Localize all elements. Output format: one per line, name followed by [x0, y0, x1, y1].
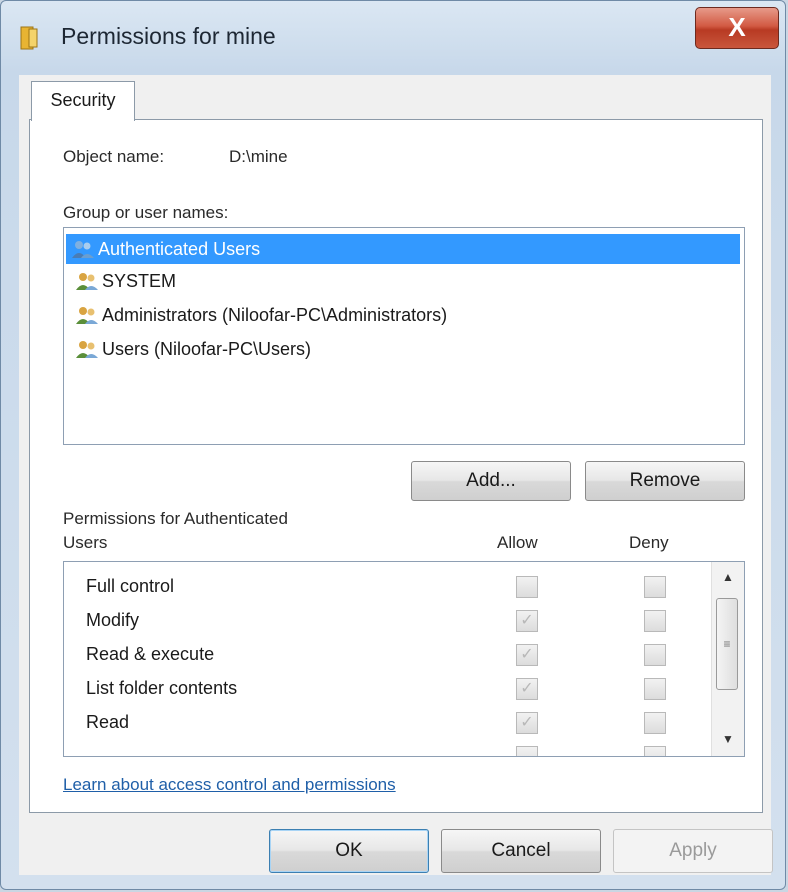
user-group-icon: [76, 341, 98, 358]
user-group-icon: [72, 241, 94, 258]
scroll-thumb[interactable]: ≡: [716, 598, 738, 690]
permission-row: Read & execute ✓: [64, 638, 712, 672]
allow-checkbox[interactable]: [516, 746, 538, 756]
permissions-label: Permissions for Authenticated: [63, 509, 288, 528]
deny-checkbox[interactable]: [644, 610, 666, 632]
permission-name: Read: [86, 712, 130, 732]
permissions-dialog: Permissions for mine X Security Object n…: [0, 0, 786, 890]
list-item-label: Authenticated Users: [98, 238, 261, 259]
close-button[interactable]: X: [695, 7, 779, 49]
permission-name: Modify: [86, 610, 140, 630]
tab-security[interactable]: Security: [31, 81, 135, 121]
deny-checkbox[interactable]: [644, 678, 666, 700]
permission-row: Full control: [64, 570, 712, 604]
permission-row: Modify ✓: [64, 604, 712, 638]
permission-row-partial: [64, 740, 712, 756]
allow-checkbox[interactable]: ✓: [516, 712, 538, 734]
list-item-label: Administrators (Niloofar-PC\Administrato…: [102, 304, 448, 325]
title-bar[interactable]: Permissions for mine X: [1, 1, 785, 67]
user-group-icon: [76, 273, 98, 290]
permission-name: Full control: [86, 576, 175, 596]
object-name-value: D:\mine: [229, 147, 288, 166]
object-name-label: Object name:: [63, 147, 165, 166]
window-title: Permissions for mine: [61, 23, 276, 49]
deny-checkbox[interactable]: [644, 576, 666, 598]
access-control-help-link[interactable]: Learn about access control and permissio…: [63, 775, 396, 795]
permission-name: Read & execute: [86, 644, 215, 664]
list-item-label: SYSTEM: [102, 270, 177, 291]
deny-checkbox[interactable]: [644, 746, 666, 756]
group-user-list[interactable]: Authenticated Users SYSTEM Administrator…: [63, 227, 745, 445]
list-item[interactable]: Authenticated Users: [66, 234, 740, 264]
allow-checkbox[interactable]: [516, 576, 538, 598]
permissions-label-user: Users: [63, 533, 108, 552]
deny-checkbox[interactable]: [644, 712, 666, 734]
permission-name: List folder contents: [86, 678, 238, 698]
list-item[interactable]: Users (Niloofar-PC\Users): [70, 334, 311, 364]
scroll-down-arrow-icon[interactable]: ▼: [712, 724, 744, 754]
allow-column-header: Allow: [497, 533, 538, 552]
list-item-label: Users (Niloofar-PC\Users): [102, 338, 312, 359]
ok-button[interactable]: OK: [269, 829, 429, 873]
permissions-list[interactable]: Full control Modify ✓ Read & execute ✓ L…: [63, 561, 745, 757]
deny-column-header: Deny: [629, 533, 669, 552]
remove-button[interactable]: Remove: [585, 461, 745, 501]
cancel-button[interactable]: Cancel: [441, 829, 601, 873]
list-item[interactable]: SYSTEM: [70, 266, 176, 296]
allow-checkbox[interactable]: ✓: [516, 678, 538, 700]
allow-checkbox[interactable]: ✓: [516, 610, 538, 632]
list-item[interactable]: Administrators (Niloofar-PC\Administrato…: [70, 300, 447, 330]
folder-icon: [20, 26, 38, 50]
add-button[interactable]: Add...: [411, 461, 571, 501]
allow-checkbox[interactable]: ✓: [516, 644, 538, 666]
permission-row: List folder contents ✓: [64, 672, 712, 706]
group-names-label: Group or user names:: [63, 203, 229, 222]
scroll-up-arrow-icon[interactable]: ▲: [712, 562, 744, 592]
user-group-icon: [76, 307, 98, 324]
permissions-scrollbar[interactable]: ▲ ≡ ▼: [711, 562, 744, 756]
apply-button[interactable]: Apply: [613, 829, 773, 873]
permission-row: Read ✓: [64, 706, 712, 740]
deny-checkbox[interactable]: [644, 644, 666, 666]
